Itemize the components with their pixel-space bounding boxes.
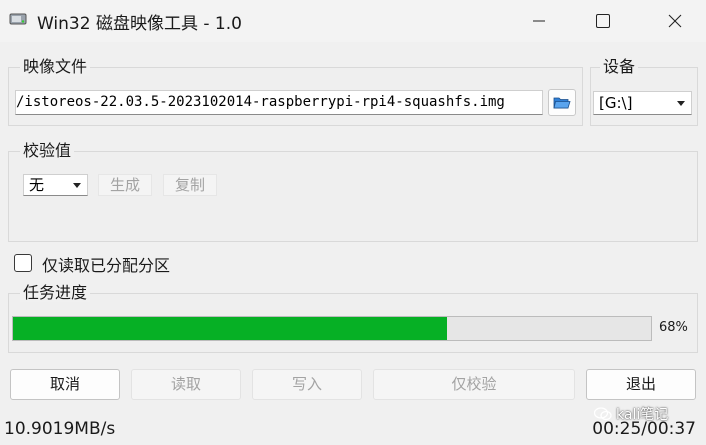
cancel-button[interactable]: 取消 (10, 369, 120, 400)
device-label: 设备 (600, 58, 639, 76)
device-selected-value: [G:\] (599, 94, 633, 112)
generate-button[interactable]: 生成 (98, 174, 152, 196)
read-only-allocated-label: 仅读取已分配分区 (42, 256, 171, 275)
device-select[interactable]: [G:\] (593, 91, 692, 115)
maximize-icon (596, 14, 610, 28)
close-icon (668, 14, 682, 28)
browse-button[interactable] (548, 89, 576, 116)
progress-label: 任务进度 (20, 284, 91, 302)
read-only-allocated-checkbox[interactable] (14, 254, 32, 272)
verify-only-button[interactable]: 仅校验 (373, 369, 575, 400)
transfer-speed: 10.9019MB/s (4, 419, 116, 439)
minimize-button[interactable] (516, 0, 562, 42)
minimize-icon (533, 20, 545, 22)
write-button[interactable]: 写入 (252, 369, 362, 400)
elapsed-time: 00:25/00:37 (592, 419, 696, 439)
maximize-button[interactable] (580, 0, 626, 42)
progress-percent: 68% (659, 320, 688, 335)
hash-type-select[interactable]: 无 (23, 174, 88, 196)
read-button[interactable]: 读取 (131, 369, 241, 400)
image-path-input[interactable]: /istoreos-22.03.5-2023102014-raspberrypi… (15, 90, 543, 115)
chevron-down-icon (677, 101, 685, 106)
app-disk-icon (9, 13, 27, 25)
progress-bar (12, 316, 652, 341)
hash-group (8, 151, 698, 242)
window-title: Win32 磁盘映像工具 - 1.0 (37, 14, 242, 34)
hash-type-value: 无 (29, 176, 45, 194)
folder-icon (553, 97, 571, 109)
copy-button[interactable]: 复制 (163, 174, 217, 196)
hash-label: 校验值 (20, 142, 75, 160)
progress-bar-fill (13, 317, 447, 340)
exit-button[interactable]: 退出 (586, 369, 696, 400)
title-bar: Win32 磁盘映像工具 - 1.0 (0, 0, 706, 42)
chevron-down-icon (73, 183, 81, 188)
image-path-value: /istoreos-22.03.5-2023102014-raspberrypi… (16, 94, 505, 110)
image-file-label: 映像文件 (20, 58, 91, 76)
close-button[interactable] (652, 0, 698, 42)
